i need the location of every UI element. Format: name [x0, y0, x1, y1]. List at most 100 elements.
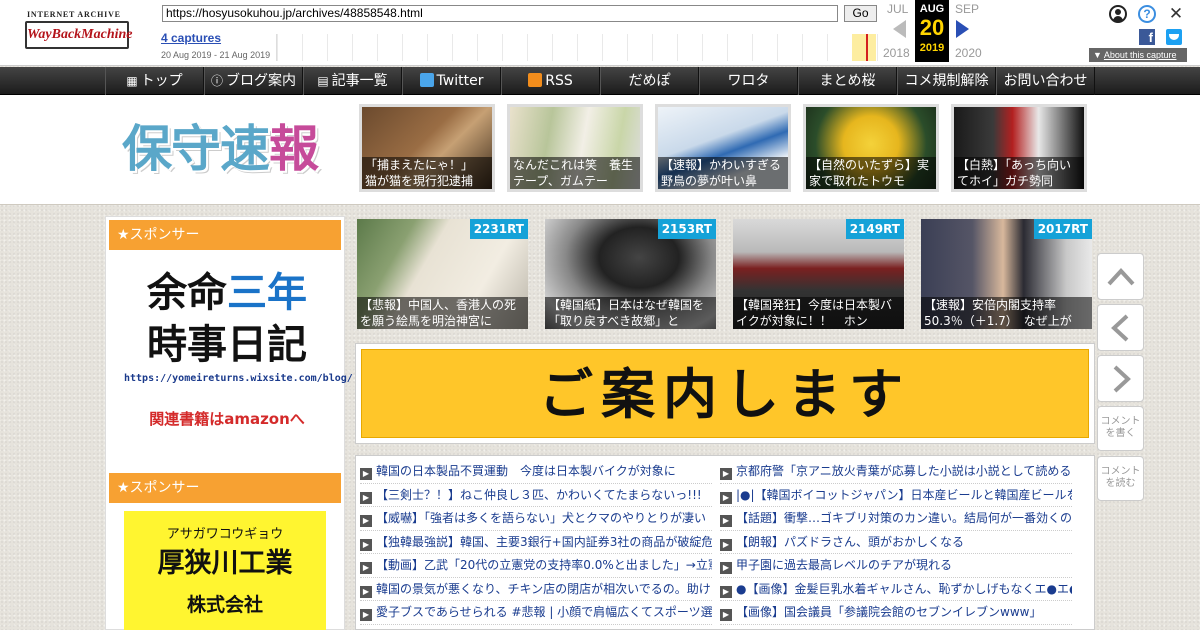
- list-item[interactable]: ▶ 甲子園に過去最高レベルのチアが現れる: [720, 554, 1072, 578]
- sponsor-ad-asagawa[interactable]: アサガワコウギョウ 厚狭川工業 株式会社: [124, 511, 326, 630]
- ranking-thumb[interactable]: 2231RT 【悲報】中国人、香港人の死を願う絵馬を明治神宮に: [357, 219, 528, 329]
- arrow-right-icon: ▶: [720, 562, 732, 574]
- ad-title-line2: 時事日記: [147, 322, 307, 368]
- wayback-logo[interactable]: INTERNET ARCHIVE WayBackMachine: [25, 9, 133, 51]
- guide-banner[interactable]: ご案内します: [355, 343, 1095, 444]
- current-year: 2019: [919, 42, 945, 54]
- ranking-thumb[interactable]: 2153RT 【韓国紙】日本はなぜ韓国を「取り戻すべき故郷」と: [545, 219, 716, 329]
- current-month: AUG: [919, 3, 945, 15]
- facebook-icon[interactable]: f: [1139, 29, 1155, 45]
- next-year[interactable]: 2020: [955, 46, 982, 60]
- site-nav: ▦ トップ ⓘ ブログ案内 ▤ 記事一覧 Twitter RSS だめぽ ワロタ まと…: [0, 67, 1200, 95]
- list-item[interactable]: ▶ 韓国の景気が悪くなり、チキン店の閉店が相次いでるの。助け: [360, 578, 712, 601]
- prev-capture-arrow-icon[interactable]: [893, 20, 906, 38]
- ad-amazon-link: 関連書籍はamazonへ: [149, 410, 305, 428]
- ranking-caption: 【韓国紙】日本はなぜ韓国を「取り戻すべき故郷」と: [545, 297, 716, 329]
- list-item[interactable]: ▶ 【三剣士？！】ねこ仲良し３匹、かわいくてたまらないっ!!!: [360, 484, 712, 507]
- header-thumb[interactable]: なんだこれは笑 養生テープ、ガムテー: [507, 104, 643, 192]
- home-icon: ▦: [126, 74, 138, 88]
- arrow-right-icon: ▶: [360, 468, 372, 480]
- close-icon[interactable]: ✕: [1167, 5, 1185, 23]
- capture-sparkline[interactable]: [276, 34, 880, 61]
- next-month[interactable]: SEP: [955, 2, 979, 16]
- chevron-right-icon: [1113, 365, 1131, 393]
- header-thumb[interactable]: 【速報】かわいすぎる野鳥の夢が叶い鼻: [655, 104, 791, 192]
- info-icon: ⓘ: [210, 74, 223, 88]
- ranking-thumb[interactable]: 2017RT 【速報】安倍内閣支持率50.3％（＋1.7） なぜ上が: [921, 219, 1092, 329]
- arrow-right-icon: ▶: [720, 468, 732, 480]
- site-header: 保守速報 「捕まえたにゃ！」 猫が猫を現行犯逮捕 なんだこれは笑 養生テープ、ガ…: [0, 95, 1200, 205]
- about-capture-label: About this capture: [1103, 50, 1177, 60]
- retweet-count: 2149RT: [845, 219, 904, 239]
- nav-article-list[interactable]: ▤ 記事一覧: [303, 67, 402, 95]
- next-article-button[interactable]: [1097, 355, 1144, 402]
- wayback-logo-top: INTERNET ARCHIVE: [27, 10, 121, 19]
- list-item[interactable]: ▶ 韓国の日本製品不買運動 今度は日本製バイクが対象に: [360, 460, 712, 484]
- nav-blog-guide[interactable]: ⓘ ブログ案内: [204, 67, 303, 95]
- about-capture-button[interactable]: ▼ About this capture: [1089, 48, 1187, 62]
- scroll-top-button[interactable]: [1097, 253, 1144, 300]
- wayback-logo-main: WayBackMachine: [25, 21, 133, 49]
- current-capture-date: AUG 20 2019: [915, 0, 949, 62]
- retweet-count: 2153RT: [657, 219, 716, 239]
- article-list: ▶ 韓国の日本製品不買運動 今度は日本製バイクが対象に ▶ 【三剣士？！】ねこ仲良し…: [355, 455, 1095, 630]
- twitter-icon: [419, 73, 434, 87]
- captures-link[interactable]: 4 captures: [161, 31, 221, 45]
- ad-company-name: 厚狭川工業: [157, 548, 293, 579]
- sparkline-capture-bar: [866, 34, 868, 61]
- header-thumb-caption: なんだこれは笑 養生テープ、ガムテー: [510, 157, 640, 189]
- nav-rss[interactable]: RSS: [501, 67, 600, 95]
- write-comment-button[interactable]: コメントを書く: [1097, 406, 1144, 451]
- twitter-icon[interactable]: [1166, 29, 1182, 45]
- current-day: 20: [919, 15, 945, 40]
- list-icon: ▤: [317, 74, 329, 88]
- list-item[interactable]: ▶ 【威嚇】「強者は多くを語らない」犬とクマのやりとりが凄い: [360, 507, 712, 531]
- site-logo[interactable]: 保守速報: [122, 114, 332, 184]
- sparkline-current-year: [852, 34, 876, 61]
- sponsor-ad-yomei[interactable]: 余命三年 時事日記 https://yomeireturns.wixsite.c…: [124, 267, 353, 447]
- list-item[interactable]: ▶ ●【画像】金髪巨乳水着ギャルさん、恥ずかしげもなくエ●エ●: [720, 578, 1072, 601]
- rss-icon: [528, 73, 543, 87]
- read-comment-button[interactable]: コメントを読む: [1097, 456, 1144, 501]
- ranking-caption: 【悲報】中国人、香港人の死を願う絵馬を明治神宮に: [357, 297, 528, 329]
- nav-comment-unban[interactable]: コメ規制解除: [897, 67, 996, 95]
- wayback-go-button[interactable]: Go: [844, 5, 877, 22]
- list-item[interactable]: ▶ 【独韓最強説】韓国、主要3銀行+国内証券3社の商品が破綻危機: [360, 531, 712, 554]
- next-capture-arrow-icon[interactable]: [956, 20, 969, 38]
- list-item[interactable]: ▶ 【動画】乙武「20代の立憲党の支持率0.0%と出ました」→立憲・: [360, 554, 712, 578]
- nav-matome[interactable]: まとめ桜: [798, 67, 897, 95]
- arrow-right-icon: ▶: [720, 515, 732, 527]
- nav-warota[interactable]: ワロタ: [699, 67, 798, 95]
- chevron-up-icon: [1107, 268, 1135, 286]
- wayback-url-input[interactable]: https://hosyusokuhou.jp/archives/4885854…: [162, 5, 838, 22]
- header-thumb[interactable]: 「捕まえたにゃ！」 猫が猫を現行犯逮捕: [359, 104, 495, 192]
- nav-top[interactable]: ▦ トップ: [105, 67, 204, 95]
- wayback-toolbar: INTERNET ARCHIVE WayBackMachine https://…: [0, 0, 1200, 66]
- nav-contact[interactable]: お問い合わせ: [996, 67, 1095, 95]
- header-thumb-caption: 【速報】かわいすぎる野鳥の夢が叶い鼻: [658, 157, 788, 189]
- ranking-thumb[interactable]: 2149RT 【韓国発狂】今度は日本製バイクが対象に！！ ホン: [733, 219, 904, 329]
- left-sidebar: ★スポンサー 余命三年 時事日記 https://yomeireturns.wi…: [105, 216, 353, 630]
- nav-twitter[interactable]: Twitter: [402, 67, 501, 95]
- help-icon[interactable]: ?: [1138, 5, 1156, 23]
- prev-year[interactable]: 2018: [883, 46, 910, 60]
- ad-url: https://yomeireturns.wixsite.com/blog/: [124, 373, 353, 384]
- ad-company-suffix: 株式会社: [186, 594, 263, 616]
- user-icon[interactable]: [1109, 5, 1127, 23]
- arrow-right-icon: ▶: [360, 562, 372, 574]
- list-item[interactable]: ▶ 京都府警「京アニ放火青葉が応募した小説は小説として読める: [720, 460, 1072, 484]
- list-item[interactable]: ▶ 【画像】国会議員「参議院会館のセブンイレブンwww」: [720, 601, 1072, 625]
- nav-damepo[interactable]: だめぽ: [600, 67, 699, 95]
- header-thumb[interactable]: 【自然のいたずら】実家で取れたトウモ: [803, 104, 939, 192]
- list-item[interactable]: ▶ 愛子ブスであらせられる #悲報 | 小顔で肩幅広くてスポーツ選手: [360, 601, 712, 625]
- arrow-right-icon: ▶: [360, 491, 372, 504]
- header-thumb[interactable]: 【白熱】「あっち向いてホイ」ガチ勢同: [951, 104, 1087, 192]
- list-item[interactable]: ▶ 【話題】衝撃…ゴキブリ対策のカン違い。結局何が一番効くの: [720, 507, 1072, 531]
- prev-month[interactable]: JUL: [887, 2, 908, 16]
- list-item[interactable]: ▶ |●|【韓国ボイコットジャパン】日本産ビールと韓国産ビールを: [720, 484, 1072, 507]
- arrow-right-icon: ▶: [360, 585, 372, 598]
- arrow-right-icon: ▶: [360, 609, 372, 621]
- header-thumb-caption: 【白熱】「あっち向いてホイ」ガチ勢同: [954, 157, 1084, 189]
- prev-article-button[interactable]: [1097, 304, 1144, 351]
- list-item[interactable]: ▶ 【朗報】パズドラさん、頭がおかしくなる: [720, 531, 1072, 554]
